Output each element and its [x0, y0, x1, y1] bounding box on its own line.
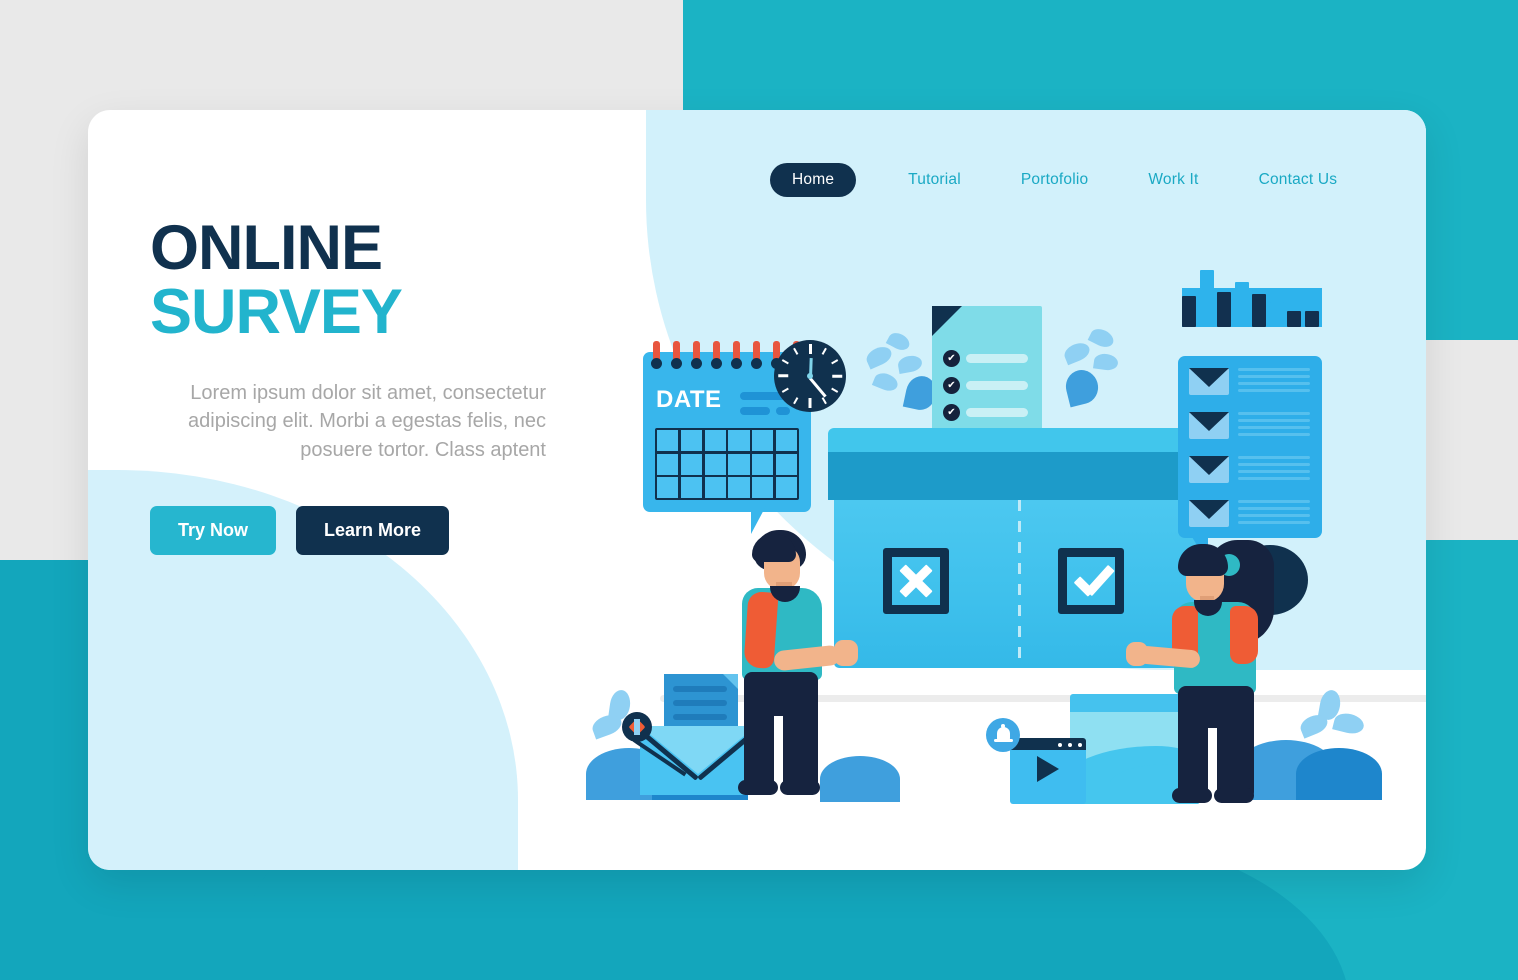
bar-1 [1182, 296, 1196, 328]
video-player-card[interactable] [1010, 738, 1086, 804]
pin-icon [622, 712, 652, 742]
survey-paper: ✔ ✔ ✔ [932, 306, 1042, 434]
bar-8 [1304, 311, 1319, 328]
envelope-icon [1189, 412, 1229, 439]
checkmark-icon: ✔ [943, 404, 960, 421]
envelope-icon [1189, 368, 1229, 395]
hero-copy: ONLINE SURVEY Lorem ipsum dolor sit amet… [150, 213, 570, 556]
envelope-icon [1189, 500, 1229, 527]
calendar-label: DATE [656, 386, 722, 413]
email-list-card [1178, 356, 1322, 538]
character-woman [1126, 536, 1296, 808]
page-root: Home Tutorial Portofolio Work It Contact… [0, 0, 1518, 980]
bar-7 [1287, 310, 1301, 328]
nav-item-portofolio[interactable]: Portofolio [991, 171, 1118, 189]
player-title-bar [1010, 738, 1086, 750]
leaf-sprig-bottom-right [1297, 688, 1376, 760]
hero-button-group: Try Now Learn More [150, 506, 570, 556]
nav-item-work-it[interactable]: Work It [1118, 171, 1228, 189]
bell-notification-icon [986, 718, 1020, 752]
nav-item-contact-us[interactable]: Contact Us [1229, 171, 1368, 189]
cross-mark-box [883, 548, 949, 614]
analytics-bubble [1178, 270, 1322, 563]
ballot-box [828, 428, 1208, 668]
nav-item-home[interactable]: Home [770, 163, 857, 197]
hero-heading-line2: SURVEY [150, 277, 403, 348]
ballot-box-lid [828, 452, 1208, 500]
paper-folded-corner [932, 306, 962, 336]
check-mark-box [1058, 548, 1124, 614]
bar-chart [1182, 270, 1322, 328]
try-now-button[interactable]: Try Now [150, 506, 277, 556]
bar-5 [1252, 294, 1266, 328]
main-navigation: Home Tutorial Portofolio Work It Contact… [770, 163, 1367, 197]
bar-3 [1217, 292, 1231, 328]
bar-6 [1269, 302, 1284, 328]
character-man [730, 530, 860, 800]
bar-4 [1234, 281, 1249, 328]
nav-item-tutorial[interactable]: Tutorial [878, 171, 991, 189]
calendar-line-2 [740, 407, 770, 415]
ballot-box-divider [1018, 500, 1021, 668]
clock-icon [774, 340, 846, 412]
envelope-icon [1189, 456, 1229, 483]
leaf-sprig-right [1060, 320, 1140, 408]
checkmark-icon: ✔ [943, 350, 960, 367]
learn-more-button[interactable]: Learn More [296, 506, 450, 556]
play-icon[interactable] [1037, 756, 1059, 782]
calendar-grid [655, 428, 799, 500]
checkmark-icon: ✔ [943, 377, 960, 394]
bar-2 [1199, 270, 1214, 328]
hero-heading-line1: ONLINE [150, 213, 383, 283]
hero-paragraph: Lorem ipsum dolor sit amet, consectetur … [188, 381, 546, 461]
